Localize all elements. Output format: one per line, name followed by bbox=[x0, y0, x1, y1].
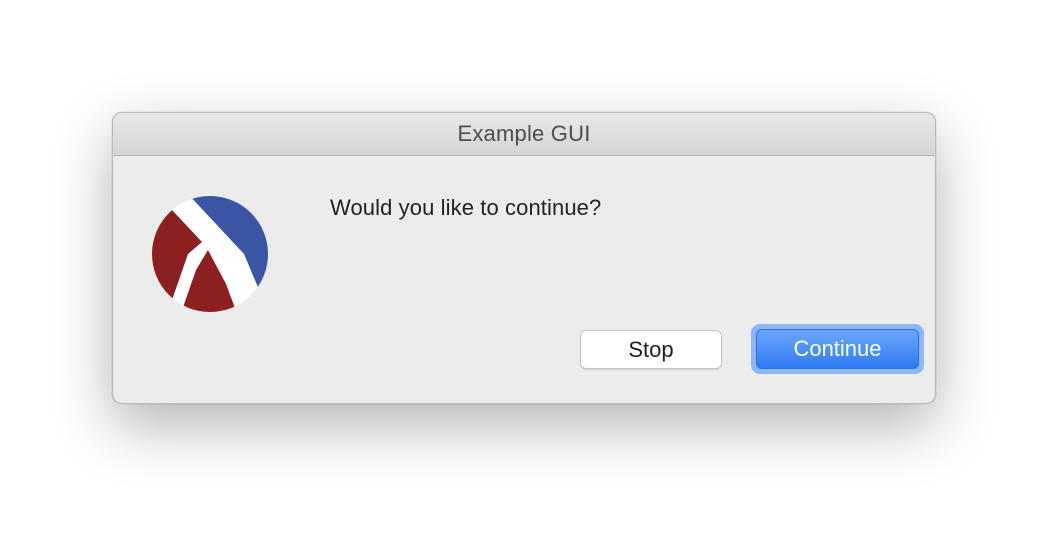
dialog-window: Example GUI Would you like to continue? … bbox=[112, 112, 936, 404]
desktop-background: Example GUI Would you like to continue? … bbox=[0, 0, 1060, 538]
title-bar[interactable]: Example GUI bbox=[113, 113, 935, 156]
stop-button[interactable]: Stop bbox=[580, 330, 722, 369]
dialog-message: Would you like to continue? bbox=[330, 195, 602, 220]
window-title: Example GUI bbox=[457, 121, 591, 146]
racket-logo-icon bbox=[152, 196, 268, 312]
continue-button[interactable]: Continue bbox=[756, 329, 919, 369]
